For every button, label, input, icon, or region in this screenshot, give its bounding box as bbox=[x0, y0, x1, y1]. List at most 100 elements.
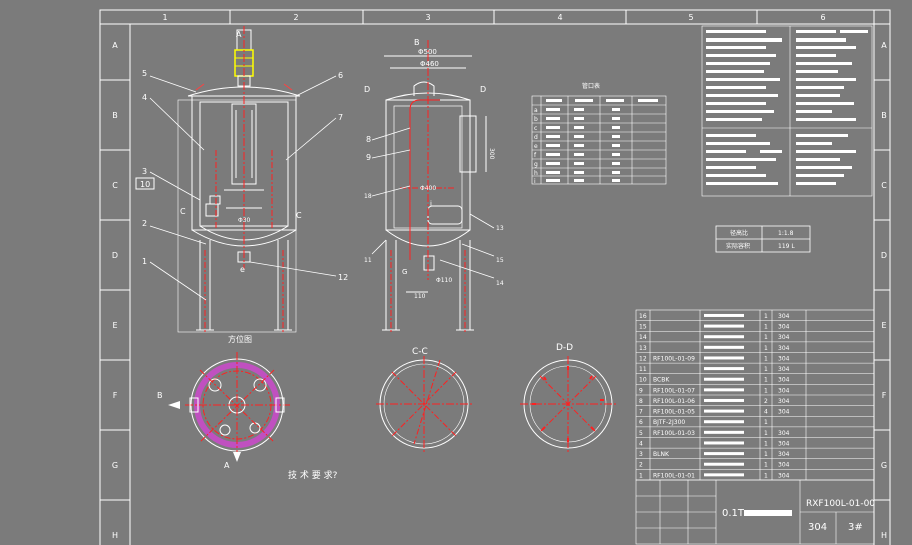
bom-row-number: 2 bbox=[639, 462, 643, 469]
row-label-left: D bbox=[112, 251, 118, 260]
bom-row-qty: 1 bbox=[764, 451, 768, 458]
bom-row-number: 8 bbox=[639, 398, 643, 405]
callout-number: 12 bbox=[338, 273, 348, 282]
bom-row-description bbox=[704, 335, 744, 339]
callout-number: 15 bbox=[496, 257, 504, 264]
bom-row-code: RF100L-01-01 bbox=[653, 472, 695, 479]
bom-row-description bbox=[704, 430, 744, 434]
col-label: 1 bbox=[162, 13, 167, 22]
callout-number: 8 bbox=[366, 135, 371, 144]
section-d-left: D bbox=[364, 85, 370, 94]
sheet-number: 3# bbox=[848, 522, 863, 533]
bom-row-description bbox=[704, 452, 744, 456]
dim-phi500: Φ500 bbox=[418, 48, 437, 56]
dim-300: 300 bbox=[488, 148, 495, 160]
bom-row-qty: 1 bbox=[764, 419, 768, 426]
bom-row-code: BJTF-2J300 bbox=[653, 419, 685, 426]
title-block-name-bar bbox=[744, 510, 792, 516]
nozzle-table-title: 管口表 bbox=[582, 82, 600, 90]
cad-drawing: 1 2 3 4 5 6 A B C D E F G H A B C D E F … bbox=[0, 0, 912, 545]
bom-row-qty: 1 bbox=[764, 377, 768, 384]
bom-row-code: RF100L-01-03 bbox=[653, 430, 695, 437]
callout-number: 6 bbox=[338, 71, 343, 80]
bom-row-qty: 4 bbox=[764, 409, 768, 416]
bom-row-qty: 1 bbox=[764, 462, 768, 469]
callout-number: 10 bbox=[140, 180, 150, 189]
row-label-left: E bbox=[112, 321, 117, 330]
bom-row-material: 304 bbox=[778, 345, 790, 352]
callout-number: 7 bbox=[338, 113, 343, 122]
bom-row-code: RF100L-01-07 bbox=[653, 387, 695, 394]
nozzle-i-label: i bbox=[430, 200, 432, 208]
nozzle-letter: d bbox=[534, 134, 538, 141]
bom-row-material: 304 bbox=[778, 398, 790, 405]
row-label-left: C bbox=[112, 181, 118, 190]
row-label-right: H bbox=[881, 531, 887, 540]
bom-row-qty: 1 bbox=[764, 387, 768, 394]
section-c-right: C bbox=[296, 211, 302, 220]
nozzle-letter: b bbox=[534, 116, 538, 123]
bom-row-qty: 1 bbox=[764, 366, 768, 373]
nozzle-letter: h bbox=[534, 170, 538, 177]
bom-row-description bbox=[704, 313, 744, 317]
bom-row-code: BCBK bbox=[653, 377, 670, 384]
row-label-left: A bbox=[112, 41, 118, 50]
bom-row-material: 304 bbox=[778, 451, 790, 458]
dim-phi460: Φ460 bbox=[420, 60, 439, 68]
callout-number: 9 bbox=[366, 153, 371, 162]
row-label-right: A bbox=[881, 41, 887, 50]
bom-row-qty: 1 bbox=[764, 345, 768, 352]
section-dd-title: D-D bbox=[556, 343, 573, 353]
bom-row-number: 3 bbox=[639, 451, 643, 458]
orientation-a-label: A bbox=[224, 461, 230, 470]
bom-row-description bbox=[704, 367, 744, 371]
col-label: 6 bbox=[820, 13, 825, 22]
bom-row-qty: 1 bbox=[764, 334, 768, 341]
section-d-right: D bbox=[480, 85, 486, 94]
bom-row-description bbox=[704, 441, 744, 445]
bom-row-description bbox=[704, 409, 744, 413]
bom-row-material: 304 bbox=[778, 324, 790, 331]
row-label-left: F bbox=[113, 391, 118, 400]
bom-row-qty: 1 bbox=[764, 324, 768, 331]
bom-row-material: 304 bbox=[778, 409, 790, 416]
section-c-left: C bbox=[180, 207, 186, 216]
bom-row-description bbox=[704, 398, 744, 402]
bom-row-material: 304 bbox=[778, 430, 790, 437]
title-block-title: 0.1T bbox=[722, 508, 745, 519]
drawing-background bbox=[0, 0, 912, 545]
bom-row-code: RF100L-01-05 bbox=[653, 409, 695, 416]
bom-row-code: RF100L-01-06 bbox=[653, 398, 695, 405]
bom-row-number: 1 bbox=[639, 472, 643, 479]
row-label-left: H bbox=[112, 531, 118, 540]
col-label: 2 bbox=[293, 13, 298, 22]
bom-row-description bbox=[704, 473, 744, 477]
bom-row-number: 14 bbox=[639, 334, 647, 341]
bom-row-qty: 1 bbox=[764, 472, 768, 479]
ratio-value: 1:1.8 bbox=[778, 230, 794, 237]
bom-row-description bbox=[704, 420, 744, 424]
nozzle-letter: e bbox=[534, 143, 538, 150]
bom-row-material: 304 bbox=[778, 377, 790, 384]
volume-label: 实际容积 bbox=[726, 242, 750, 250]
bom-row-description bbox=[704, 388, 744, 392]
bom-row-number: 15 bbox=[639, 324, 647, 331]
bom-row-qty: 1 bbox=[764, 440, 768, 447]
callout-number: 13 bbox=[496, 225, 504, 232]
tech-requirements-title: 技 术 要 求? bbox=[288, 469, 338, 481]
nozzle-letter: g bbox=[534, 161, 538, 168]
bom-row-description bbox=[704, 324, 744, 328]
bom-row-description bbox=[704, 377, 744, 381]
bom-row-material: 304 bbox=[778, 462, 790, 469]
drawing-number: RXF100L-01-00 bbox=[806, 499, 875, 509]
bom-row-code: BLNK bbox=[653, 451, 670, 458]
view-a-label: A bbox=[236, 30, 242, 39]
bom-row-code: RF100L-01-09 bbox=[653, 355, 695, 362]
bom-row-description bbox=[704, 356, 744, 360]
bom-row-material: 304 bbox=[778, 472, 790, 479]
row-label-right: B bbox=[881, 111, 887, 120]
callout-number: 1 bbox=[142, 257, 147, 266]
bom-row-description bbox=[704, 462, 744, 466]
bom-row-material: 304 bbox=[778, 366, 790, 373]
dim-phi110: Φ110 bbox=[436, 277, 452, 284]
